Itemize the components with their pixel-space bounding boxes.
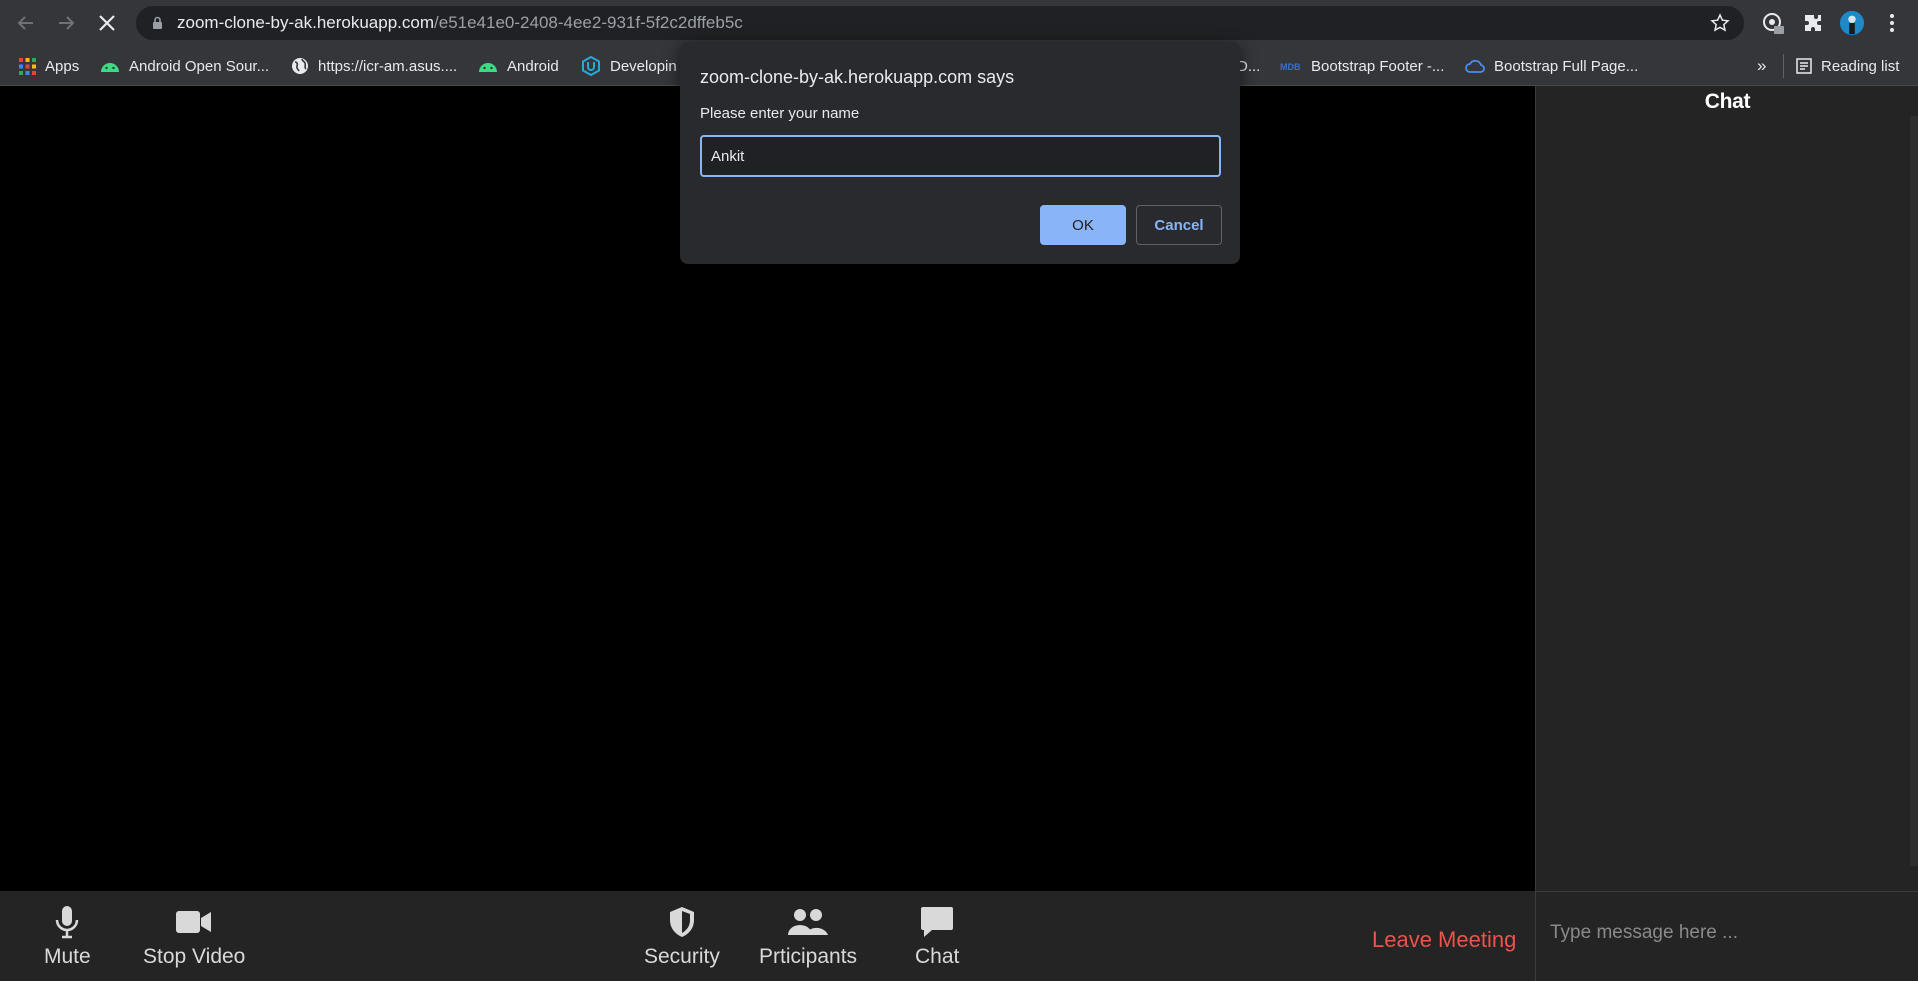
bookmark-android[interactable]: Android [478, 54, 559, 78]
overflow-chevron-icon: » [1757, 56, 1767, 75]
dialog-message: Please enter your name [700, 105, 860, 122]
ok-button[interactable]: OK [1040, 205, 1126, 245]
chat-title: Chat [1704, 90, 1751, 113]
browser-toolbar: zoom-clone-by-ak.herokuapp.com/e51e41e0-… [0, 0, 1918, 46]
close-icon [99, 15, 115, 31]
dialog-title: zoom-clone-by-ak.herokuapp.com says [700, 67, 1015, 87]
extension-icon[interactable] [1760, 10, 1786, 36]
avatar-icon [1839, 10, 1865, 36]
security-label: Security [644, 945, 720, 968]
cloud-icon [1465, 58, 1485, 74]
name-input[interactable] [700, 135, 1221, 177]
participants-label: Prticipants [759, 945, 858, 968]
chat-input-container [1536, 891, 1918, 981]
stop-video-label: Stop Video [143, 945, 246, 968]
bookmark-label: Android [507, 57, 559, 75]
security-button[interactable]: Security [644, 903, 720, 969]
reading-list-button[interactable]: Reading list [1783, 54, 1899, 78]
browser-menu-button[interactable] [1879, 10, 1905, 36]
reading-list-icon [1796, 58, 1812, 74]
bookmark-label: Apps [45, 57, 80, 75]
lock-icon [152, 16, 163, 35]
meeting-controls-bar: Mute Stop Video Security Prticipants Cha… [0, 891, 1535, 981]
bookmark-label: Developin [610, 57, 677, 75]
bookmark-android-open-source[interactable]: Android Open Sour... [100, 54, 269, 78]
bookmarks-overflow-button[interactable]: » [1757, 54, 1766, 78]
microphone-icon [54, 903, 80, 941]
stop-loading-button[interactable] [94, 10, 120, 36]
name-prompt-dialog: zoom-clone-by-ak.herokuapp.com says Plea… [680, 42, 1240, 264]
extensions-puzzle-button[interactable] [1800, 10, 1826, 36]
video-camera-icon [176, 903, 212, 941]
profile-avatar[interactable] [1839, 10, 1865, 36]
back-arrow-icon [17, 16, 33, 30]
bookmark-label: Bootstrap Footer -... [1311, 57, 1445, 75]
globe-icon [291, 57, 309, 75]
reading-list-label: Reading list [1821, 57, 1900, 75]
bookmark-label: Android Open Sour... [129, 57, 270, 75]
chat-label: Chat [915, 945, 960, 968]
chat-message-input[interactable] [1550, 916, 1890, 950]
shield-icon [668, 903, 696, 941]
android-icon [100, 59, 120, 73]
address-bar[interactable]: zoom-clone-by-ak.herokuapp.com/e51e41e0-… [136, 6, 1744, 40]
url-text: zoom-clone-by-ak.herokuapp.com/e51e41e0-… [177, 13, 743, 33]
stop-video-button[interactable]: Stop Video [143, 903, 245, 969]
forward-button[interactable] [53, 10, 79, 36]
bookmark-bootstrap-footer[interactable]: MDB Bootstrap Footer -... [1280, 54, 1444, 78]
chat-button[interactable]: Chat [915, 903, 959, 969]
mute-button[interactable]: Mute [44, 903, 91, 969]
udacity-icon [581, 56, 601, 76]
participants-button[interactable]: Prticipants [759, 903, 857, 969]
mute-label: Mute [44, 945, 91, 968]
bookmark-truncated[interactable]: D... [1237, 54, 1260, 78]
bookmark-icr-am[interactable]: https://icr-am.asus.... [291, 54, 457, 78]
bookmark-apps[interactable]: Apps [19, 54, 79, 78]
cancel-button[interactable]: Cancel [1136, 205, 1222, 245]
url-path: /e51e41e0-2408-4ee2-931f-5f2c2dffeb5c [434, 13, 743, 32]
apps-grid-icon [19, 57, 36, 75]
android-icon [478, 59, 498, 73]
url-host: zoom-clone-by-ak.herokuapp.com [177, 13, 435, 32]
chat-scrollbar[interactable] [1910, 116, 1918, 866]
chat-panel: Chat [1535, 86, 1918, 981]
bookmark-label: https://icr-am.asus.... [318, 57, 458, 75]
svg-text:MDB: MDB [1280, 62, 1301, 72]
mdb-icon: MDB [1280, 60, 1302, 72]
bookmark-bootstrap-full-page[interactable]: Bootstrap Full Page... [1465, 54, 1638, 78]
bookmark-label: Bootstrap Full Page... [1494, 57, 1639, 75]
forward-arrow-icon [59, 16, 75, 30]
bookmark-developing[interactable]: Developin [581, 54, 677, 78]
bookmark-star-icon[interactable] [1710, 13, 1730, 38]
users-icon [788, 903, 829, 941]
bookmark-label: D... [1237, 57, 1261, 75]
chat-bubble-icon [920, 903, 954, 941]
leave-meeting-button[interactable]: Leave Meeting [1372, 927, 1516, 953]
more-vert-icon [1890, 14, 1894, 32]
back-button[interactable] [13, 10, 39, 36]
puzzle-icon [1805, 15, 1821, 31]
